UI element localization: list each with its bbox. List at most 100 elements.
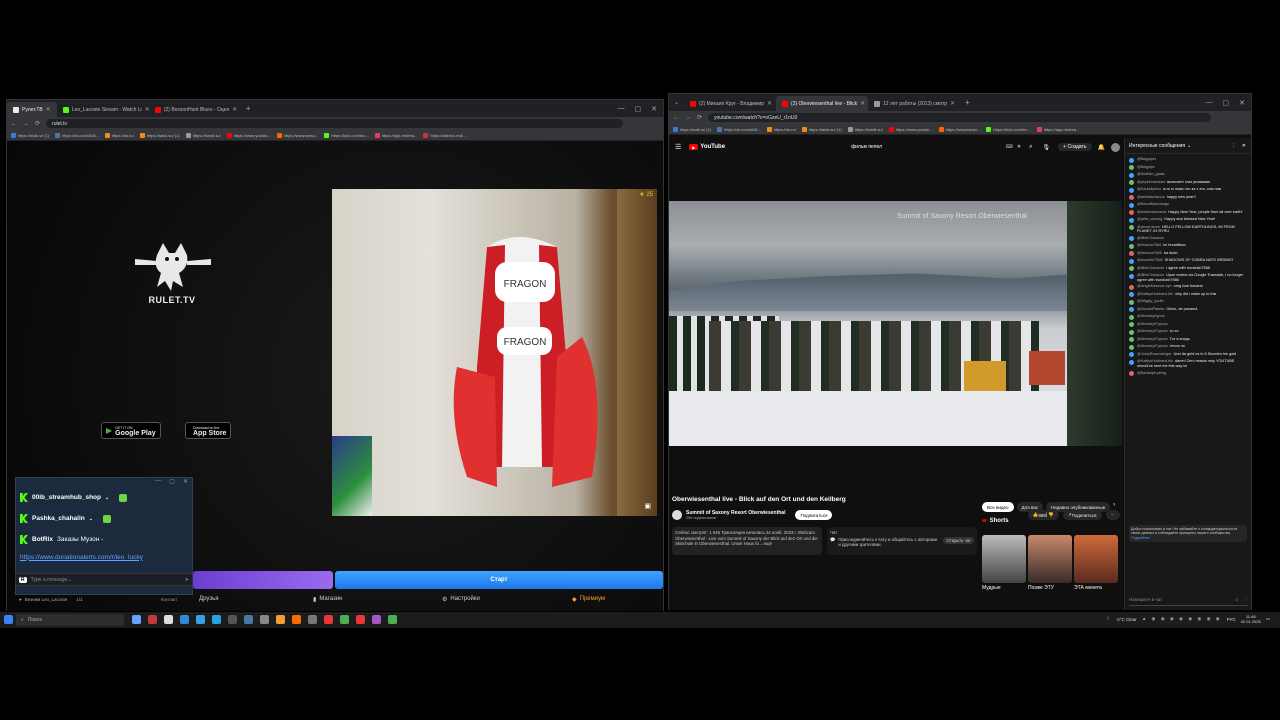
live-chat-author[interactable]: @iBimChisazon [1137, 236, 1164, 240]
bookmark[interactable]: https://www.youtub... [888, 126, 933, 132]
chat-avatar[interactable] [1129, 225, 1134, 230]
weather-icon[interactable]: ☾ [1107, 616, 1111, 622]
short-thumbnail[interactable] [982, 535, 1026, 583]
right-tab-music[interactable]: (2) Михаил Круг - Владимир ✕ [684, 96, 776, 111]
nav-premium[interactable]: ◆ Премиум [572, 596, 605, 603]
left-tab-youtube[interactable]: (2) BoxsonHunt Blues - Оцел ✕ [149, 102, 241, 117]
close-window-icon[interactable]: ✕ [1239, 99, 1245, 107]
live-chat-author[interactable]: @AngleMoscow-xyh [1137, 284, 1172, 288]
chat-avatar[interactable] [1129, 292, 1134, 298]
chat-avatar[interactable] [1129, 258, 1134, 264]
chip-recent[interactable]: Недавно опубликованные [1046, 502, 1111, 512]
live-chat-author[interactable]: @Bardolph-pfmg [1137, 371, 1166, 375]
live-chat-author[interactable]: @BarvaMoscowgo [1137, 202, 1169, 206]
app-icon[interactable] [276, 615, 285, 624]
short-thumbnail[interactable] [1028, 535, 1072, 583]
create-button[interactable]: + Создать [1058, 143, 1092, 151]
right-tab-oberwiesenthal[interactable]: (2) Oberwiesenthal live - Blick ✕ [776, 96, 869, 111]
right-url-field[interactable]: youtube.com/watch?v=oGzeU_r1nU0 [708, 113, 1211, 122]
tray-icons[interactable]: ▲ ◉ ◉ ◉ ◉ ◉ ◉ ◉ ◉ [1142, 616, 1222, 622]
app-icon[interactable] [372, 615, 381, 624]
short-thumbnail[interactable] [1074, 535, 1118, 583]
live-chat-author[interactable]: @AlexseyrFypcos [1137, 344, 1168, 348]
live-chat-author[interactable]: @KatilynHubbard-hfc [1137, 359, 1173, 363]
chat-avatar[interactable] [1129, 180, 1134, 185]
bookmark[interactable]: https://www.youtub... [226, 132, 271, 138]
bookmark[interactable]: https://kick.com/leo... [324, 132, 369, 138]
chat-avatar[interactable] [1129, 243, 1134, 249]
live-chat-author[interactable]: @KatilynHubbard-hfc [1137, 292, 1173, 296]
app-icon[interactable] [292, 615, 301, 624]
live-chat-author[interactable]: @irenova7566 [1137, 251, 1162, 255]
start-button[interactable]: Старт [335, 571, 663, 589]
left-tab-kick[interactable]: Leo_Lacoste Stream - Watch Li ✕ [57, 102, 149, 117]
bookmark[interactable]: https://kick.com/leo... [986, 126, 1031, 132]
chrome-icon[interactable] [388, 615, 397, 624]
kick-chat-input[interactable]: R Type a message... ➤ [15, 573, 193, 586]
weather-text[interactable]: -2°C Clear [1116, 617, 1137, 622]
chip-for-you[interactable]: Для вас [1016, 502, 1043, 512]
live-chat-author[interactable]: @Bagpiper [1137, 157, 1156, 161]
forward-icon[interactable]: → [685, 115, 691, 121]
bookmark[interactable]: https://ok.ru/ [766, 126, 796, 132]
avatar[interactable] [1111, 142, 1120, 152]
bookmark[interactable]: https://mali.ru/ (1) [11, 132, 49, 138]
chat-avatar[interactable] [1129, 157, 1134, 163]
live-chat-author[interactable]: @Ibrahim_gaatc [1137, 172, 1165, 176]
more-icon[interactable]: ⋮ [1231, 143, 1236, 149]
live-chat-author[interactable]: @yeyekmandavi [1137, 180, 1165, 184]
bookmark[interactable]: https://app.restrea... [1036, 126, 1079, 132]
bookmark[interactable]: https://ok.ru/ [104, 132, 134, 138]
app-icon[interactable] [308, 615, 317, 624]
left-url-field[interactable]: rulet.tv [46, 119, 623, 128]
bookmark[interactable]: https://tanki.su/ (1) [139, 132, 180, 138]
chat-avatar[interactable] [1129, 359, 1134, 365]
chat-avatar[interactable] [1129, 266, 1134, 272]
chat-username[interactable]: 00ib_streamhub_shop [32, 494, 101, 501]
app-store-button[interactable]: Download on the App Store [185, 422, 232, 439]
search-icon[interactable]: ⌕ [1029, 144, 1032, 151]
chat-avatar[interactable] [1129, 236, 1134, 242]
live-chat-author[interactable]: @peoerrisme [1137, 225, 1160, 229]
chat-username[interactable]: Pashka_chahalin [32, 515, 85, 522]
chat-avatar[interactable] [1129, 210, 1134, 215]
chrome-icon[interactable] [340, 615, 349, 624]
chat-avatar[interactable] [1129, 352, 1134, 358]
bookmark[interactable]: https://distrtco.md/... [423, 132, 466, 138]
notifications-icon[interactable]: 🔔 [1098, 144, 1105, 151]
chat-avatar[interactable] [1129, 165, 1134, 170]
keyboard-icon[interactable]: ⌨ [1006, 144, 1013, 150]
chip-all[interactable]: Все видео [982, 502, 1014, 512]
live-chat-author[interactable]: @Karkakpiroo [1137, 187, 1161, 191]
new-tab-icon[interactable]: + [960, 98, 975, 107]
bookmark[interactable]: https://kordil.su/ [847, 126, 883, 132]
bookmark[interactable]: https://vk.com/id18... [55, 132, 99, 138]
app-icon[interactable] [244, 615, 253, 624]
google-play-button[interactable]: ▶ GET IT ON Google Play [101, 422, 161, 439]
stop-button[interactable] [193, 571, 333, 589]
app-icon[interactable] [356, 615, 365, 624]
close-window-icon[interactable]: ✕ [183, 478, 188, 487]
chevron-down-icon[interactable]: ⌄ [1187, 143, 1191, 149]
tab-list-icon[interactable]: ⌄ [669, 99, 684, 106]
reload-icon[interactable]: ⟳ [697, 114, 702, 121]
language-indicator[interactable]: РУС [1227, 617, 1236, 622]
chat-avatar[interactable] [1129, 217, 1134, 223]
close-tab-icon[interactable]: ✕ [860, 100, 865, 107]
send-icon[interactable]: ➤ [185, 577, 189, 583]
live-chat-author[interactable]: @murshki7566 [1137, 258, 1163, 262]
right-tab-film[interactable]: 12 лет работы (2013) смотр ✕ [868, 96, 960, 111]
live-chat-author[interactable]: @amitdamianun [1137, 195, 1165, 199]
live-chat-author[interactable]: @AlexseyrFypcos [1137, 337, 1168, 341]
clock[interactable]: 11:48 02.01.2025 [1241, 614, 1261, 624]
app-icon[interactable] [148, 615, 157, 624]
chat-avatar[interactable] [1129, 344, 1134, 350]
new-tab-icon[interactable]: + [241, 104, 256, 113]
live-chat-author[interactable]: @Bagpipe [1137, 165, 1155, 169]
bookmark[interactable]: https://mali.ru/ (1) [673, 126, 711, 132]
youtube-player[interactable]: Summit of Saxony Resort Oberwiesenthal [669, 201, 1122, 446]
app-icon[interactable] [180, 615, 189, 624]
channel-avatar[interactable] [672, 510, 682, 520]
live-chat-mode[interactable]: Интересные сообщения [1129, 143, 1185, 149]
chat-avatar[interactable] [1129, 202, 1134, 208]
